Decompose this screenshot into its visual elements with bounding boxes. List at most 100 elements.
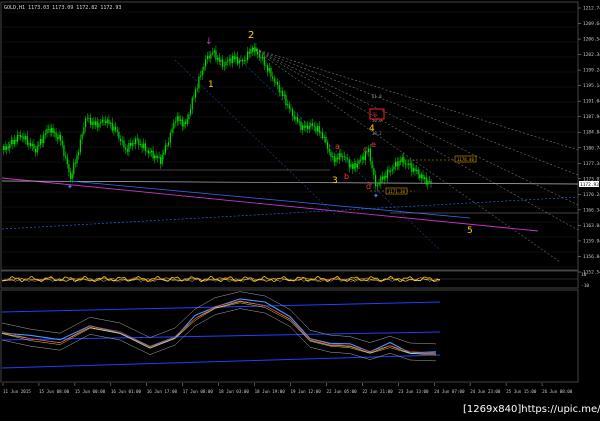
price-label: 1163.04 [583, 223, 600, 229]
candle-body [213, 50, 215, 53]
candle-body [83, 127, 85, 134]
candle-body [416, 169, 418, 172]
candle-body [412, 168, 414, 172]
candle-body [16, 135, 19, 142]
candle-body [363, 156, 365, 161]
candle-body [146, 150, 148, 152]
candle-body [245, 60, 247, 61]
candle-body [110, 122, 112, 124]
price-label: 1195.14 [583, 83, 600, 89]
candle-body [352, 164, 354, 169]
candle-body [233, 55, 235, 60]
candle-body [425, 177, 427, 185]
time-label: 24 Jun 23:00 [470, 389, 501, 394]
candle-body [237, 56, 239, 64]
candle-body [70, 172, 72, 179]
candle-body [15, 139, 17, 142]
candle-body [225, 61, 227, 66]
candle-body [270, 67, 272, 77]
candle-body [128, 142, 130, 152]
wave-label-2: 2 [248, 30, 254, 41]
candle-body [338, 153, 340, 160]
candle-body [210, 53, 212, 59]
candle-body [158, 156, 160, 158]
candle-body [66, 157, 68, 165]
candle-body [265, 65, 267, 67]
candle-body [380, 176, 382, 184]
candle-body [212, 52, 214, 54]
price-label: 1187.94 [583, 114, 600, 120]
candle-body [228, 58, 230, 61]
candle-body [149, 152, 151, 154]
candle-body [287, 104, 289, 106]
candle-body [323, 136, 325, 138]
candle-body [373, 168, 375, 176]
candle-body [4, 146, 6, 150]
candle-body [120, 138, 122, 142]
osc1-scale-bottom: -10 [581, 283, 589, 289]
candle-body [201, 70, 203, 76]
candle-body [138, 139, 140, 145]
candle-body [103, 119, 105, 121]
time-label: 24 Jun 07:00 [434, 389, 465, 394]
candle-body [171, 128, 173, 133]
candle-body [30, 142, 32, 147]
candle-body [305, 125, 307, 128]
time-label: 25 Jun 15:00 [506, 389, 537, 394]
up-arrow-icon-right: ✦ [373, 192, 379, 200]
wave-label-d: d [366, 182, 371, 191]
price-label: 1177.34 [583, 161, 600, 167]
stop-loss-label: SL [373, 112, 378, 117]
candle-body [313, 125, 315, 127]
fan-label-382: 38.2 [372, 131, 382, 136]
candle-body [328, 148, 330, 153]
price-label: 1159.94 [583, 238, 600, 244]
current-price-label: 1172.93 [580, 182, 599, 188]
candle-body [382, 176, 384, 180]
candle-body [404, 163, 406, 165]
chart-window: GOLD,H1 1173.03 1173.09 1172.82 1172.93 … [0, 0, 600, 417]
candle-body [268, 67, 270, 72]
candle-body [300, 121, 302, 131]
candle-body [302, 125, 304, 131]
candle-body [85, 118, 87, 128]
candle-body [144, 143, 146, 151]
candle-body [130, 142, 132, 146]
wave-label-5: 5 [467, 226, 473, 236]
candle-body [86, 118, 88, 120]
candle-body [242, 60, 244, 62]
price-tag-lower-text: 1171.30 [388, 189, 405, 194]
candle-body [248, 51, 250, 54]
candle-body [28, 142, 30, 145]
candle-body [61, 140, 63, 146]
candle-body [113, 126, 115, 131]
candle-body [361, 156, 363, 160]
candle-body [283, 94, 285, 96]
candle-body [247, 51, 249, 61]
candle-body [143, 143, 145, 149]
candle-body [125, 147, 127, 150]
time-label: 23 Jun 13:00 [398, 389, 429, 394]
price-label: 1209.64 [583, 21, 600, 27]
candle-body [151, 150, 153, 153]
candle-body [91, 121, 93, 125]
wave-label-b: b [344, 172, 349, 181]
candle-body [375, 175, 377, 187]
candle-body [398, 160, 400, 167]
candle-body [38, 144, 40, 146]
candle-body [298, 121, 300, 123]
candle-body [414, 168, 416, 172]
candle-body [160, 156, 162, 164]
candle-body [43, 134, 45, 144]
candle-body [350, 164, 352, 168]
wave-label-1: 1 [208, 80, 214, 90]
candle-body [258, 54, 260, 58]
candle-body [95, 121, 97, 126]
candle-body [303, 125, 305, 128]
osc1-scale-top: 10 [581, 272, 587, 278]
candle-body [312, 123, 314, 126]
candle-body [369, 148, 371, 162]
price-label: 1212.74 [583, 6, 600, 12]
candle-body [7, 146, 9, 149]
candle-body [21, 136, 23, 138]
